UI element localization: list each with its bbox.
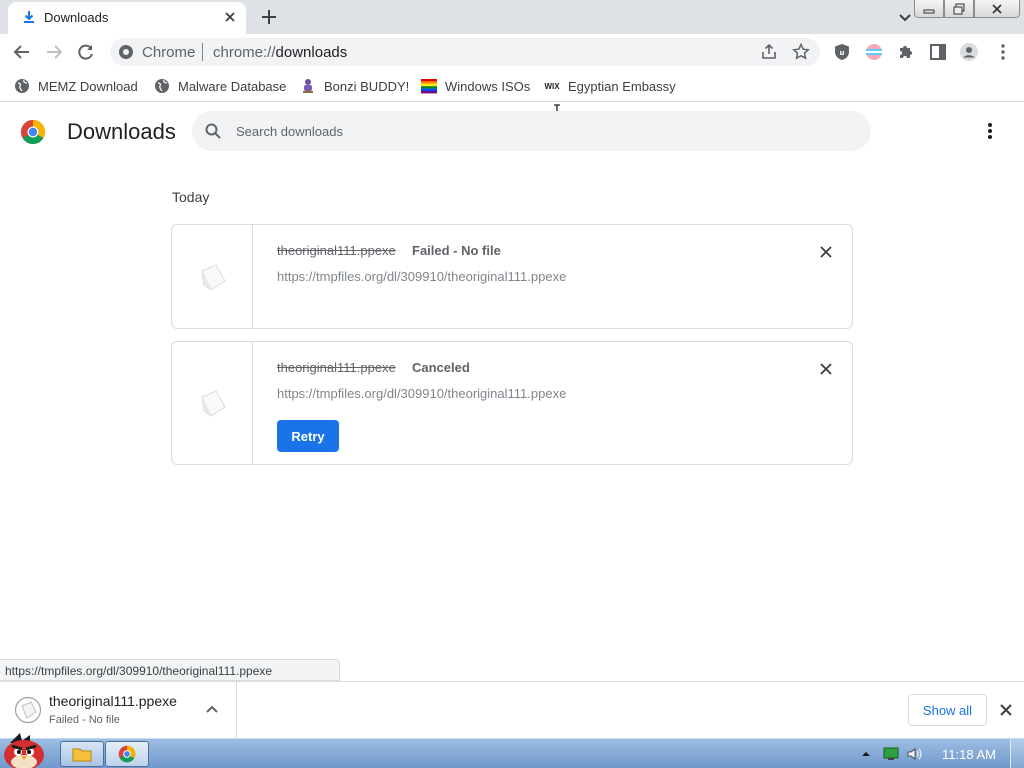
remove-from-list-icon[interactable] [816,242,836,262]
close-tab-icon[interactable] [222,9,238,25]
bookmark-malware-database[interactable]: Malware Database [154,76,286,96]
show-all-button[interactable]: Show all [908,694,987,726]
bookmarks-bar: MEMZ Download Malware Database Bonzi BUD… [0,70,1024,102]
search-icon [205,123,221,139]
omnibox[interactable]: Chrome chrome://downloads [110,38,820,66]
folder-icon [72,748,92,762]
chevron-up-icon[interactable] [203,701,221,719]
share-icon[interactable] [760,43,778,61]
ublock-icon[interactable]: u [832,42,852,62]
minimize-button[interactable] [914,0,944,18]
show-desktop-button[interactable] [1010,739,1024,768]
wix-icon: WIX [544,81,560,91]
network-icon[interactable] [883,746,899,762]
retry-button[interactable]: Retry [277,420,339,452]
globe-icon [155,79,169,93]
search-input[interactable] [236,111,836,151]
status-bubble: https://tmpfiles.org/dl/309910/theorigin… [0,659,340,681]
date-section-label: Today [172,189,210,205]
remove-from-list-icon[interactable] [816,359,836,379]
globe-icon [15,79,29,93]
url-scheme: chrome:// [213,44,276,61]
file-icon [14,696,42,724]
minimize-icon [923,9,935,13]
chrome-logo-icon [20,120,46,145]
bookmark-star-icon[interactable] [792,43,810,61]
tab-strip: Downloads [0,0,1024,34]
volume-icon[interactable] [906,746,922,762]
forward-icon[interactable] [44,42,64,62]
bookmark-windows-isos[interactable]: Windows ISOs [421,76,530,96]
omnibox-chip: Chrome [142,44,196,61]
pride-extension-icon[interactable] [864,42,884,62]
restore-button[interactable] [944,0,974,18]
profile-avatar-icon[interactable] [959,42,979,62]
extensions-icon[interactable] [896,42,916,62]
toolbar: Chrome chrome://downloads u [0,34,1024,70]
download-card: theoriginal111.ppexe Failed - No file ht… [171,224,853,329]
new-tab-icon[interactable] [259,7,279,27]
file-icon-area [172,342,253,464]
start-button-icon[interactable] [0,731,48,768]
shelf-download-item[interactable]: theoriginal111.ppexe Failed - No file [0,682,237,738]
bookmark-egyptian-embassy[interactable]: WIX Egyptian Embassy [544,76,676,96]
taskbar-chrome-button[interactable] [105,741,149,767]
rainbow-icon [421,79,437,94]
back-icon[interactable] [12,42,32,62]
search-box[interactable] [192,111,871,151]
bookmark-label: Bonzi BUDDY! [324,78,410,94]
file-icon-area [172,225,253,328]
chrome-menu-icon[interactable] [993,42,1013,62]
tab-search-icon[interactable] [896,8,914,26]
bookmark-label: Egyptian Embassy [568,78,676,94]
svg-text:u: u [840,49,845,57]
downloads-header: Downloads [0,103,1024,159]
download-shelf: theoriginal111.ppexe Failed - No file Sh… [0,681,1024,738]
bookmark-label: MEMZ Download [38,78,138,94]
page-title: Downloads [67,119,176,144]
bookmark-bonzi-buddy[interactable]: Bonzi BUDDY! [300,76,409,96]
close-window-button[interactable] [974,0,1020,18]
tab-downloads[interactable]: Downloads [8,2,246,34]
shelf-status: Failed - No file [49,714,120,726]
side-panel-icon[interactable] [928,42,948,62]
download-icon [24,11,34,23]
download-url[interactable]: https://tmpfiles.org/dl/309910/theorigin… [277,269,566,284]
close-icon [992,3,1002,14]
shelf-file-name: theoriginal111.ppexe [49,693,177,709]
omnibox-divider [202,43,203,61]
taskbar-explorer-button[interactable] [60,741,104,767]
omnibox-url[interactable]: chrome://downloads [213,44,347,61]
bookmark-label: Malware Database [178,78,287,94]
file-name[interactable]: theoriginal111.ppexe [277,243,396,258]
clock[interactable]: 11:18 AM [942,747,996,762]
tab-title: Downloads [44,10,109,25]
restore-icon [953,3,965,14]
download-card: theoriginal111.ppexe Canceled https://tm… [171,341,853,465]
bookmark-label: Windows ISOs [445,78,531,94]
close-shelf-icon[interactable] [996,700,1016,720]
chrome-page-icon[interactable] [118,44,134,60]
taskbar: 11:18 AM [0,733,1024,768]
more-actions-icon[interactable] [980,119,1000,143]
show-hidden-icons-icon[interactable] [860,748,872,760]
download-status: Canceled [412,360,470,375]
download-status: Failed - No file [412,243,501,258]
download-url[interactable]: https://tmpfiles.org/dl/309910/theorigin… [277,386,566,401]
bonzi-icon [303,79,313,93]
window-controls [914,0,1020,18]
url-host: downloads [275,44,348,61]
reload-icon[interactable] [76,42,96,62]
file-icon [201,264,226,291]
bookmark-memz-download[interactable]: MEMZ Download [14,76,138,96]
chrome-icon [118,745,136,763]
file-icon [201,390,226,417]
file-name[interactable]: theoriginal111.ppexe [277,360,396,375]
